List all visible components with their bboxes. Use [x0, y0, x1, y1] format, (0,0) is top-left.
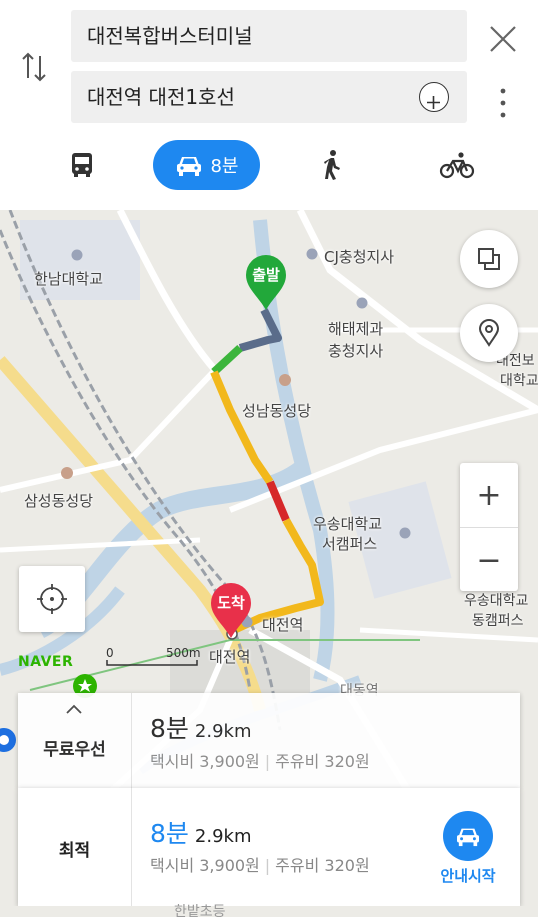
map-label-right-top-2: 대학교	[500, 373, 538, 389]
scale-bar	[106, 660, 198, 666]
start-pin-label: 출발	[252, 266, 280, 284]
route-option-optimal-tab: 최적	[18, 788, 132, 906]
fuel-cost-optimal: 주유비 320원	[275, 856, 370, 875]
car-icon	[457, 828, 479, 847]
route-time-value: 8분	[150, 714, 189, 743]
tab-walk[interactable]	[310, 140, 354, 190]
map-label-right-mid-1: 우송대학교	[464, 593, 529, 609]
map-layers-button[interactable]	[460, 230, 518, 288]
car-time-label: 8분	[210, 156, 239, 177]
zoom-out-button[interactable]: −	[460, 527, 518, 592]
destination-field[interactable]: 대전역 대전1호선	[71, 71, 467, 123]
more-options-icon[interactable]	[496, 85, 510, 121]
map-bottom-strip: 한밭초등	[0, 904, 538, 920]
map-label-samseong: 삼성동성당	[24, 492, 94, 510]
map-label-seongnam: 성남동성당	[242, 402, 312, 420]
close-icon[interactable]	[486, 22, 520, 56]
zoom-control: + −	[460, 463, 518, 591]
route-time: 8분 2.9km	[150, 709, 252, 745]
map-label-station-a: 대전역	[262, 616, 304, 634]
end-pin[interactable]: 도착	[209, 582, 253, 640]
swap-route-icon[interactable]	[20, 50, 50, 84]
transport-mode-tabs: 8분	[0, 140, 538, 190]
layers-icon	[478, 248, 500, 270]
route-distance: 2.9km	[194, 721, 252, 742]
map-label-usong-2: 서캠퍼스	[322, 535, 378, 553]
route-option-free-label: 무료우선	[43, 740, 106, 760]
route-time-optimal-value: 8분	[150, 819, 189, 848]
route-cost-optimal: 택시비 3,900원 | 주유비 320원	[150, 856, 370, 875]
zoom-in-button[interactable]: +	[460, 463, 518, 527]
tab-bus[interactable]	[58, 140, 106, 190]
route-time-optimal: 8분 2.9km	[150, 814, 252, 850]
route-option-optimal-label: 최적	[58, 841, 91, 861]
map-location-pin-button[interactable]	[460, 304, 518, 362]
map-label-haetae-1: 해태제과	[328, 320, 384, 338]
taxi-fare: 택시비 3,900원	[150, 752, 260, 771]
route-option-free-tab: 무료우선	[18, 693, 132, 788]
fuel-cost: 주유비 320원	[275, 752, 370, 771]
map-label-right-mid-2: 동캠퍼스	[472, 613, 524, 629]
naver-logo: NAVER	[18, 654, 74, 670]
map-label-haetae-2: 충청지사	[328, 342, 384, 360]
tab-car[interactable]: 8분	[153, 140, 260, 190]
map-label-hannam: 한남대학교	[34, 270, 104, 288]
my-location-button[interactable]	[19, 566, 85, 632]
add-waypoint-button[interactable]	[419, 82, 449, 112]
start-pin[interactable]: 출발	[244, 254, 288, 312]
map-label-usong-1: 우송대학교	[313, 515, 383, 533]
route-option-free[interactable]: 무료우선 8분 2.9km 택시비 3,900원 | 주유비 320원	[18, 693, 520, 788]
crosshair-icon	[37, 584, 67, 614]
car-icon	[177, 157, 202, 176]
walk-icon	[324, 150, 340, 180]
bus-icon	[72, 153, 92, 177]
map-label-hanbat: 한밭초등	[174, 904, 226, 920]
tab-bicycle[interactable]	[434, 140, 480, 190]
start-navigation-button[interactable]	[443, 811, 493, 861]
route-option-optimal[interactable]: 최적 8분 2.9km 택시비 3,900원 | 주유비 320원 안내시작	[18, 788, 520, 906]
end-pin-label: 도착	[217, 594, 245, 612]
destination-text: 대전역 대전1호선	[87, 85, 235, 109]
chevron-up-icon[interactable]	[64, 703, 84, 715]
origin-field[interactable]: 대전복합버스터미널	[71, 10, 467, 62]
taxi-fare-optimal: 택시비 3,900원	[150, 856, 260, 875]
plus-icon	[427, 96, 440, 109]
map-label-cj: CJ충청지사	[324, 248, 395, 266]
bicycle-icon	[439, 152, 475, 179]
route-distance-optimal: 2.9km	[194, 826, 252, 847]
map-scale: 0 500m	[104, 646, 204, 668]
route-cost: 택시비 3,900원 | 주유비 320원	[150, 752, 370, 771]
map-label-station-b: 대전역	[209, 648, 251, 666]
start-navigation-label[interactable]: 안내시작	[423, 865, 513, 886]
location-pin-icon	[478, 319, 500, 347]
route-header: 대전복합버스터미널 대전역 대전1호선 8분	[0, 0, 538, 210]
